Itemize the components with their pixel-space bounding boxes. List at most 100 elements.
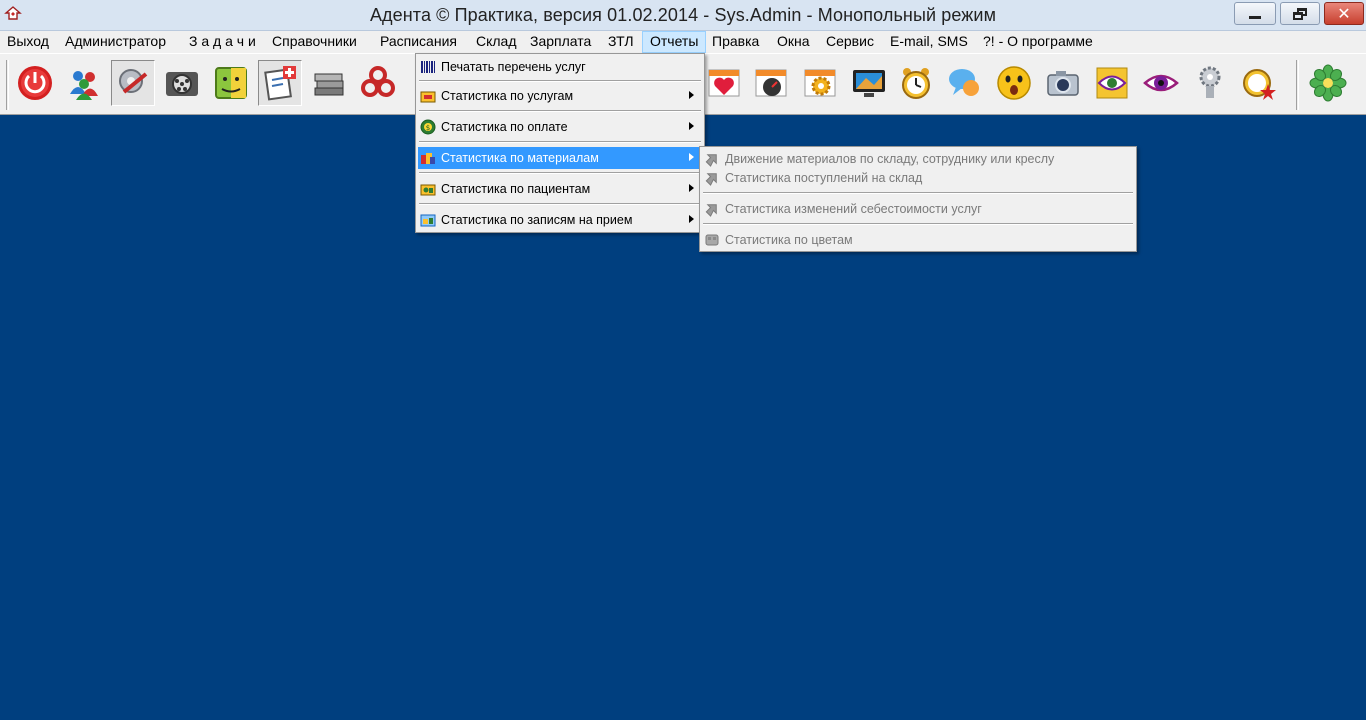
submenu-arrow-icon (689, 184, 694, 192)
menu-email-sms[interactable]: E-mail, SMS (883, 31, 975, 53)
finder-face-icon (215, 67, 247, 99)
services-stats-icon (420, 91, 436, 103)
chat-bubbles-button[interactable] (943, 60, 987, 106)
surprised-smiley-button[interactable] (992, 60, 1036, 106)
tools-settings-icon (119, 69, 148, 94)
window-title: Адента © Практика, версия 01.02.2014 - S… (369, 5, 997, 25)
materials-stats-icon (421, 153, 435, 164)
print-services-list-item[interactable]: Печатать перечень услуг (418, 56, 702, 78)
books-icon (314, 73, 344, 96)
minimize-button[interactable] (1234, 2, 1276, 25)
tv-monitor-icon (853, 70, 885, 97)
palette-grey-icon (705, 234, 719, 246)
menu-about[interactable]: ?! - О программе (976, 31, 1100, 53)
barcode-icon (421, 61, 435, 73)
menu-separator (419, 80, 701, 82)
users-button[interactable] (62, 60, 106, 106)
menu-separator (703, 223, 1133, 225)
menu-edit[interactable]: Правка (705, 31, 766, 53)
menu-separator (419, 172, 701, 174)
icq-flower-icon (1309, 64, 1347, 102)
reports-menu: Печатать перечень услуг Статистика по ус… (415, 53, 705, 233)
menu-schedules[interactable]: Расписания (373, 31, 464, 53)
tv-monitor-button[interactable] (847, 60, 891, 106)
payment-stats-item[interactable]: $ Статистика по оплате (418, 116, 702, 138)
clock-star-icon (1243, 69, 1276, 100)
svg-text:$: $ (426, 124, 430, 132)
menu-item-label: Движение материалов по складу, сотрудник… (725, 152, 1055, 166)
menu-reports[interactable]: Отчеты (642, 31, 707, 53)
menu-windows[interactable]: Окна (770, 31, 817, 53)
calendar-speedometer-icon (755, 69, 787, 97)
appointments-stats-icon (420, 214, 436, 227)
menu-references[interactable]: Справочники (265, 31, 364, 53)
menu-bar: Выход Администратор З а д а ч и Справочн… (0, 31, 1366, 53)
alarm-clock-icon (902, 68, 930, 99)
cog-figure-button[interactable] (1188, 60, 1232, 106)
users-icon (70, 71, 98, 100)
eye-frame-icon (1096, 67, 1128, 99)
close-button[interactable]: ✕ (1324, 2, 1364, 25)
submenu-arrow-icon (689, 153, 694, 161)
arrow-grey-icon (705, 173, 717, 186)
patients-stats-icon (420, 184, 436, 196)
payment-globe-icon: $ (420, 119, 436, 135)
calendar-heart-icon (708, 69, 740, 97)
calendar-gear-icon (804, 69, 836, 97)
appointments-stats-item[interactable]: Статистика по записям на прием (418, 209, 702, 231)
menu-tasks[interactable]: З а д а ч и (182, 31, 263, 53)
menu-item-label: Статистика по услугам (441, 89, 574, 103)
calendar-heart-button[interactable] (702, 60, 746, 106)
power-icon (18, 66, 52, 100)
menu-item-label: Печатать перечень услуг (441, 60, 586, 74)
menu-warehouse[interactable]: Склад (469, 31, 524, 53)
submenu-arrow-icon (689, 122, 694, 130)
camera-button[interactable] (1041, 60, 1085, 106)
books-button[interactable] (307, 60, 351, 106)
finder-face-button[interactable] (209, 60, 253, 106)
title-bar: Адента © Практика, версия 01.02.2014 - S… (0, 0, 1366, 31)
menu-exit[interactable]: Выход (0, 31, 56, 53)
clock-star-button[interactable] (1237, 60, 1281, 106)
maximize-button[interactable] (1280, 2, 1320, 25)
materials-submenu: Движение материалов по складу, сотрудник… (699, 146, 1137, 252)
biohazard-icon (361, 66, 395, 97)
maximize-icon (1293, 7, 1307, 20)
alarm-clock-button[interactable] (894, 60, 938, 106)
biohazard-button[interactable] (356, 60, 400, 106)
menu-separator (419, 110, 701, 112)
surprised-smiley-icon (997, 66, 1031, 100)
power-button[interactable] (13, 60, 57, 106)
services-stats-item[interactable]: Статистика по услугам (418, 85, 702, 107)
toolbar-separator (1296, 60, 1299, 110)
arrow-grey-icon (705, 154, 717, 167)
menu-administrator[interactable]: Администратор (58, 31, 173, 53)
submenu-arrow-icon (689, 215, 694, 223)
menu-service[interactable]: Сервис (819, 31, 881, 53)
medical-checklist-button[interactable] (258, 60, 302, 106)
menu-salary[interactable]: Зарплата (523, 31, 598, 53)
eye-button[interactable] (1139, 60, 1183, 106)
cog-figure-icon (1199, 66, 1221, 98)
film-reel-icon (166, 72, 198, 96)
colors-stats-item[interactable]: Статистика по цветам (702, 229, 1134, 251)
chat-bubbles-icon (949, 69, 979, 96)
calendar-gear-button[interactable] (798, 60, 842, 106)
materials-stats-item[interactable]: Статистика по материалам (418, 147, 702, 169)
close-icon: ✕ (1337, 3, 1351, 23)
calendar-speedometer-button[interactable] (749, 60, 793, 106)
toolbar-grip[interactable] (6, 60, 9, 110)
film-reel-button[interactable] (160, 60, 204, 106)
eye-frame-button[interactable] (1090, 60, 1134, 106)
tools-settings-button[interactable] (111, 60, 155, 106)
menu-item-label: Статистика поступлений на склад (725, 171, 923, 185)
menu-ztl[interactable]: ЗТЛ (601, 31, 641, 53)
menu-item-label: Статистика по материалам (441, 151, 599, 165)
cost-changes-stats-item[interactable]: Статистика изменений себестоимости услуг (702, 198, 1134, 220)
icq-button[interactable] (1306, 60, 1350, 106)
minimize-icon (1249, 16, 1261, 19)
patients-stats-item[interactable]: Статистика по пациентам (418, 178, 702, 200)
camera-icon (1047, 71, 1079, 96)
warehouse-receipts-stats-item[interactable]: Статистика поступлений на склад (702, 167, 1134, 189)
eye-icon (1143, 74, 1179, 92)
